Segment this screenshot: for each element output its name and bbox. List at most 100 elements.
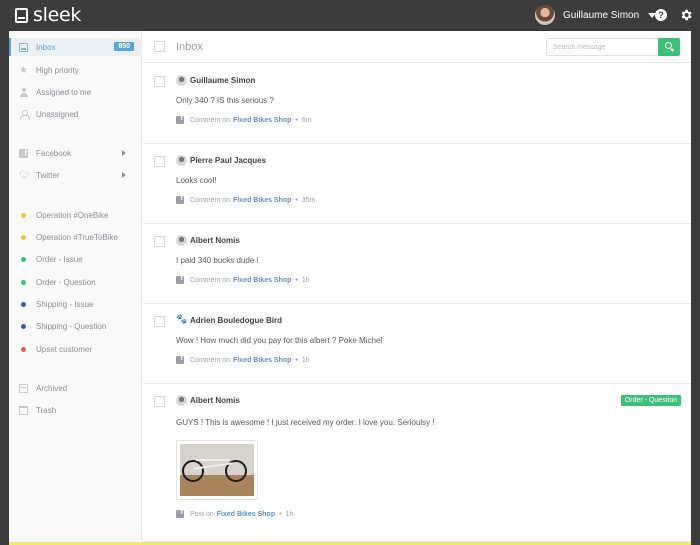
sidebar-item-operation-truetobike[interactable]: Operation #TrueToBike xyxy=(9,228,142,246)
message-author[interactable]: Guillaume Simon xyxy=(176,75,255,86)
author-name: Pierre Paul Jacques xyxy=(190,156,267,165)
avatar xyxy=(176,75,187,86)
sidebar: Inbox 850 ★ High priority Assigned to me… xyxy=(9,31,142,545)
meta-separator: • xyxy=(295,116,298,124)
facebook-icon xyxy=(176,195,184,204)
message-item[interactable]: Adrien Bouledogue Bird Wow ! How much di… xyxy=(143,304,691,384)
sidebar-item-shipping-issue[interactable]: Shipping - Issue xyxy=(9,295,142,313)
message-checkbox[interactable] xyxy=(154,156,165,167)
message-checkbox[interactable] xyxy=(154,316,165,327)
sidebar-item-trash[interactable]: Trash xyxy=(9,401,142,419)
twitter-icon: 🐦︎ xyxy=(19,169,31,180)
facebook-icon xyxy=(176,509,184,518)
message-item[interactable]: Albert Nomis I paid 340 bucks dude ! Com… xyxy=(143,224,691,304)
app-logo[interactable]: sleek xyxy=(15,4,81,26)
message-meta: Comment on Fixed Bikes Shop • 6m xyxy=(176,115,312,124)
author-name: Albert Nomis xyxy=(190,236,240,245)
sidebar-item-assigned-to-me[interactable]: Assigned to me xyxy=(9,83,142,101)
message-meta: Comment on Fixed Bikes Shop • 1h xyxy=(176,275,310,284)
message-text: Only 340 ? IS this serious ? xyxy=(176,96,274,105)
message-item[interactable]: Albert Nomis Order - Question GUYS ! Thi… xyxy=(143,384,691,542)
message-author[interactable]: Albert Nomis xyxy=(176,395,240,406)
message-author[interactable]: Pierre Paul Jacques xyxy=(176,155,266,166)
message-checkbox[interactable] xyxy=(154,236,165,247)
sidebar-item-label: Order - Issue xyxy=(36,254,83,264)
label-dot xyxy=(21,234,26,240)
author-name: Albert Nomis xyxy=(190,396,240,405)
sidebar-item-label: Assigned to me xyxy=(36,87,92,97)
sidebar-item-order-issue[interactable]: Order - Issue xyxy=(9,250,142,268)
sidebar-item-label: Shipping - Question xyxy=(36,321,107,331)
sidebar-item-archived[interactable]: Archived xyxy=(9,379,142,397)
meta-source-link[interactable]: Fixed Bikes Shop xyxy=(233,357,291,364)
user-icon xyxy=(19,87,28,97)
bike-image xyxy=(180,444,254,496)
inbox-count-badge: 850 xyxy=(114,42,134,51)
sidebar-item-high-priority[interactable]: ★ High priority xyxy=(9,61,142,79)
main-panel: Inbox Guillaume Simon Only 340 ? IS this… xyxy=(143,31,691,545)
sidebar-item-upset-customer[interactable]: Upset customer xyxy=(9,340,142,358)
inbox-icon xyxy=(19,42,28,52)
sidebar-item-label: Unassigned xyxy=(36,109,79,119)
facebook-icon xyxy=(176,355,184,364)
sidebar-item-label: Facebook xyxy=(36,148,72,158)
avatar xyxy=(176,235,187,246)
message-text: I paid 340 bucks dude ! xyxy=(176,256,259,265)
avatar xyxy=(176,314,187,326)
chevron-right-icon xyxy=(122,172,126,178)
avatar xyxy=(176,155,187,166)
meta-kind: Comment on xyxy=(190,356,231,364)
page-title: Inbox xyxy=(176,41,203,53)
meta-kind: Comment on xyxy=(190,276,231,284)
sidebar-item-facebook[interactable]: f Facebook xyxy=(9,144,142,162)
meta-source-link[interactable]: Fixed Bikes Shop xyxy=(233,117,291,124)
message-item[interactable]: Pierre Paul Jacques Looks cool! Comment … xyxy=(143,144,691,224)
message-author[interactable]: Adrien Bouledogue Bird xyxy=(176,314,282,326)
gear-icon[interactable] xyxy=(679,8,693,22)
meta-kind: Comment on xyxy=(190,116,231,124)
message-checkbox[interactable] xyxy=(154,396,165,407)
help-icon[interactable]: ? xyxy=(655,9,667,21)
author-name: Adrien Bouledogue Bird xyxy=(190,316,282,325)
meta-separator: • xyxy=(279,510,282,518)
sidebar-item-label: Twitter xyxy=(36,170,60,180)
user-menu[interactable]: Guillaume Simon xyxy=(535,4,657,26)
main-header: Inbox xyxy=(143,31,691,63)
sidebar-item-operation-onebike[interactable]: Operation #OneBike xyxy=(9,206,142,224)
search-button[interactable] xyxy=(658,38,680,56)
author-name: Guillaume Simon xyxy=(190,76,256,85)
message-text: GUYS ! This is awesome ! I just received… xyxy=(176,418,435,427)
sidebar-item-unassigned[interactable]: Unassigned xyxy=(9,105,142,123)
app-window: Inbox 850 ★ High priority Assigned to me… xyxy=(9,31,691,545)
sidebar-item-label: Shipping - Issue xyxy=(36,299,94,309)
star-icon: ★ xyxy=(19,64,28,76)
message-meta: Comment on Fixed Bikes Shop • 1h xyxy=(176,355,310,364)
sidebar-item-shipping-question[interactable]: Shipping - Question xyxy=(9,317,142,335)
meta-source-link[interactable]: Fixed Bikes Shop xyxy=(217,511,275,518)
sidebar-item-label: Trash xyxy=(36,405,57,415)
sidebar-item-order-question[interactable]: Order - Question xyxy=(9,273,142,291)
status-badge[interactable]: Order - Question xyxy=(620,395,681,406)
message-author[interactable]: Albert Nomis xyxy=(176,235,240,246)
sidebar-item-twitter[interactable]: 🐦︎ Twitter xyxy=(9,166,142,184)
meta-time: 1h xyxy=(301,276,310,284)
message-item[interactable]: Guillaume Simon Only 340 ? IS this serio… xyxy=(143,64,691,144)
facebook-icon xyxy=(176,115,184,124)
meta-time: 1h xyxy=(285,510,294,518)
attached-photo[interactable] xyxy=(176,440,258,500)
top-bar: sleek Guillaume Simon ? xyxy=(0,0,700,30)
sidebar-item-inbox[interactable]: Inbox 850 xyxy=(9,38,142,56)
message-text: Looks cool! xyxy=(176,176,217,185)
sidebar-item-label: Archived xyxy=(36,383,68,393)
meta-source-link[interactable]: Fixed Bikes Shop xyxy=(233,197,291,204)
trash-icon xyxy=(19,405,28,415)
message-meta: Post on Fixed Bikes Shop • 1h xyxy=(176,509,294,518)
search-input[interactable] xyxy=(546,38,658,56)
meta-source-link[interactable]: Fixed Bikes Shop xyxy=(233,277,291,284)
message-checkbox[interactable] xyxy=(154,76,165,87)
message-text: Wow ! How much did you pay for this albe… xyxy=(176,336,383,345)
select-all-checkbox[interactable] xyxy=(154,41,165,52)
label-dot xyxy=(21,323,26,329)
sidebar-item-label: Operation #TrueToBike xyxy=(36,232,118,242)
meta-separator: • xyxy=(295,276,298,284)
